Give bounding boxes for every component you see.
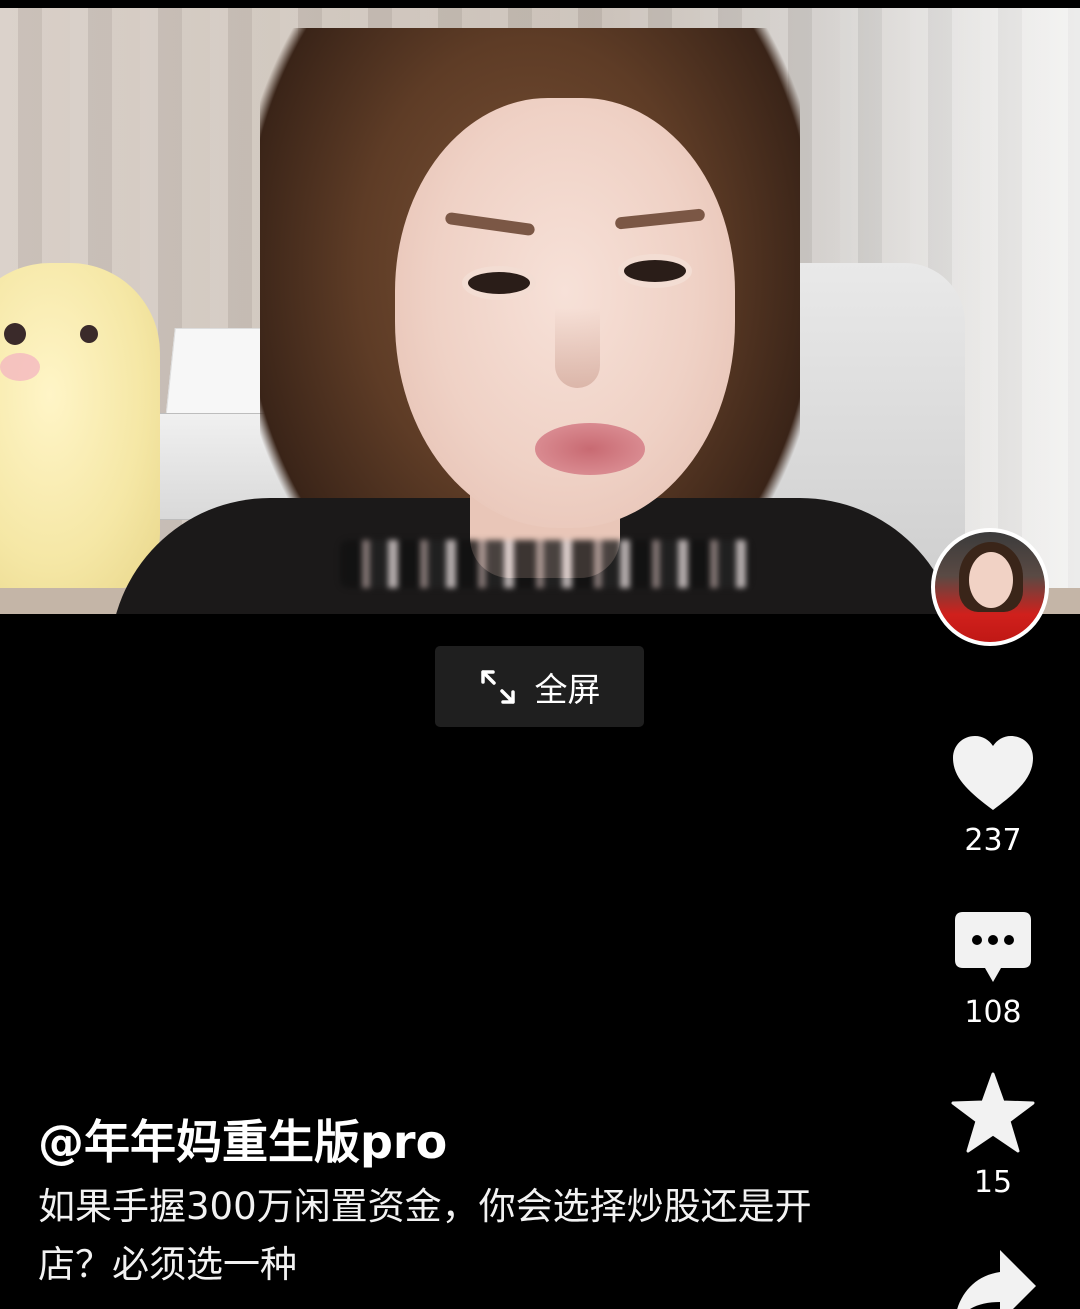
blurred-subtitle	[340, 540, 750, 588]
comment-button[interactable]: 108	[940, 910, 1046, 1028]
plush-eye	[80, 325, 98, 343]
comment-icon	[955, 912, 1031, 982]
fullscreen-button[interactable]: 全屏	[435, 646, 644, 727]
comment-count: 108	[964, 995, 1022, 1030]
eye-left	[462, 266, 536, 300]
share-icon	[957, 1250, 1036, 1309]
video-player[interactable]	[0, 8, 1080, 614]
favorite-count: 15	[973, 1165, 1013, 1200]
heart-icon	[953, 736, 1033, 810]
nose	[555, 308, 600, 388]
fullscreen-label: 全屏	[534, 669, 601, 709]
plush-toy	[0, 263, 160, 593]
post-description: 如果手握300万闲置资金，你会选择炒股还是开店？必须选一种	[38, 1185, 812, 1286]
expand-icon	[480, 669, 515, 704]
favorite-button[interactable]: 15	[940, 1072, 1046, 1198]
like-button[interactable]: 237	[940, 734, 1046, 856]
plush-eye	[4, 323, 26, 345]
like-count: 237	[964, 823, 1022, 858]
lips	[535, 423, 645, 475]
plush-cheek	[0, 353, 40, 381]
star-icon	[951, 1072, 1035, 1153]
author-avatar[interactable]	[931, 528, 1049, 646]
eye-right	[618, 254, 692, 288]
share-button[interactable]	[950, 1246, 1040, 1309]
description-overflow	[38, 1294, 638, 1309]
avatar-face	[969, 552, 1013, 608]
author-name[interactable]: @年年妈重生版pro	[38, 1106, 447, 1172]
